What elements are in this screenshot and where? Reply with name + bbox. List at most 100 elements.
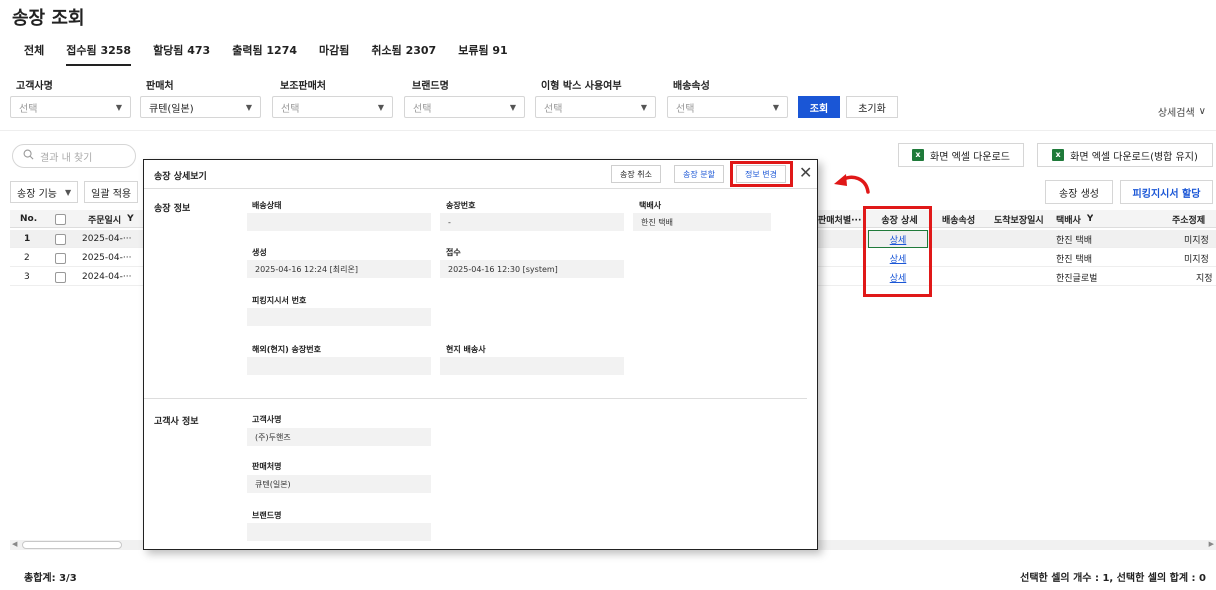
delivery-status-label: 배송상태 <box>252 201 282 210</box>
tab-on-hold[interactable]: 보류됨 91 <box>458 42 508 66</box>
customer-select-value: 선택 <box>19 103 38 115</box>
invoice-number-label: 송장번호 <box>446 201 476 210</box>
brand-filter-label: 브랜드명 <box>412 81 449 92</box>
detail-link[interactable]: 상세 <box>868 249 928 267</box>
col-order-date-label: 주문일시 <box>88 215 122 226</box>
chevron-down-icon: ▼ <box>377 102 384 112</box>
row-order-date: 2025-04-··· <box>82 234 132 244</box>
customer-select[interactable]: 선택 ▼ <box>10 96 131 118</box>
excel-download-button[interactable]: x 화면 엑셀 다운로드 <box>898 143 1024 167</box>
tab-assigned[interactable]: 할당됨 473 <box>153 42 210 66</box>
overseas-invoice-label: 해외(현지) 송장번호 <box>252 345 321 354</box>
chevron-down-icon: ▼ <box>245 102 252 112</box>
search-button[interactable]: 조회 <box>798 96 840 118</box>
status-tabs: 전체 접수됨 3258 할당됨 473 출력됨 1274 마감됨 취소됨 230… <box>24 42 508 66</box>
reset-button[interactable]: 초기화 <box>846 96 898 118</box>
col-order-date[interactable]: 주문일시 Y <box>88 210 134 228</box>
assign-picking-button[interactable]: 피킹지시서 할당 <box>1120 180 1213 204</box>
checkbox-box <box>55 213 66 225</box>
delivery-attr-select[interactable]: 선택 ▼ <box>667 96 788 118</box>
close-icon[interactable]: ✕ <box>799 164 812 182</box>
created-label: 생성 <box>252 248 267 257</box>
local-carrier-field <box>440 357 624 375</box>
tab-cancelled[interactable]: 취소됨 2307 <box>371 42 436 66</box>
filter-icon[interactable]: Y <box>1087 214 1094 224</box>
chevron-down-icon: ∨ <box>1198 106 1206 117</box>
detail-search-toggle[interactable]: 상세검색 ∨ <box>1158 104 1206 119</box>
checkbox-box <box>55 271 66 283</box>
row-address: 미지정 <box>1184 235 1209 246</box>
col-delivery-attr[interactable]: 배송속성 <box>942 210 975 228</box>
seller-select[interactable]: 큐텐(일본) ▼ <box>140 96 261 118</box>
excel-icon: x <box>912 149 925 161</box>
chevron-down-icon: ▼ <box>772 102 779 112</box>
scroll-thumb[interactable] <box>22 541 122 549</box>
customer-name-label: 고객사명 <box>252 415 282 424</box>
seller-name-field: 큐텐(일본) <box>247 475 431 493</box>
col-no: No. <box>20 214 38 224</box>
edit-info-button[interactable]: 정보 변경 <box>736 165 786 183</box>
col-seller-attr[interactable]: 판매처별··· <box>818 210 861 228</box>
sub-seller-select-value: 선택 <box>281 103 300 115</box>
brand-select[interactable]: 선택 ▼ <box>404 96 525 118</box>
excel-download-merged-label: 화면 엑셀 다운로드(병합 유지) <box>1070 151 1198 163</box>
cancel-invoice-button[interactable]: 송장 취소 <box>611 165 661 183</box>
invoice-info-section: 송장 정보 <box>154 204 191 214</box>
chevron-down-icon: ▼ <box>64 187 72 197</box>
chevron-down-icon: ▼ <box>115 102 122 112</box>
split-invoice-button[interactable]: 송장 분할 <box>674 165 724 183</box>
invoice-number-field: - <box>440 213 624 231</box>
detail-link-label: 상세 <box>889 273 907 284</box>
excel-download-merged-button[interactable]: x 화면 엑셀 다운로드(병합 유지) <box>1037 143 1213 167</box>
col-invoice-detail[interactable]: 송장 상세 <box>868 210 931 228</box>
received-field: 2025-04-16 12:30 [system] <box>440 260 624 278</box>
sub-seller-filter-label: 보조판매처 <box>280 81 326 92</box>
seller-select-value: 큐텐(일본) <box>149 103 194 115</box>
modal-divider <box>144 188 817 189</box>
col-address-info[interactable]: 주소정제 <box>1172 210 1205 228</box>
checkbox-box <box>55 252 66 264</box>
create-invoice-button[interactable]: 송장 생성 <box>1045 180 1113 204</box>
search-icon <box>23 149 34 163</box>
tab-received[interactable]: 접수됨 3258 <box>66 42 132 66</box>
section-divider <box>144 398 807 399</box>
odd-box-select[interactable]: 선택 ▼ <box>535 96 656 118</box>
invoice-function-dropdown[interactable]: 송장 기능 ▼ <box>10 181 79 203</box>
row-checkbox[interactable] <box>55 249 66 267</box>
row-checkbox[interactable] <box>55 230 66 248</box>
delivery-status-field <box>247 213 431 231</box>
odd-box-filter-label: 이형 박스 사용여부 <box>541 81 622 92</box>
detail-link[interactable]: 상세 <box>868 268 928 286</box>
row-checkbox[interactable] <box>55 268 66 286</box>
excel-icon: x <box>1052 149 1065 161</box>
scroll-left-icon[interactable]: ◀ <box>12 540 17 548</box>
col-courier[interactable]: 택배사 Y <box>1056 210 1093 228</box>
page-title: 송장 조회 <box>12 8 85 29</box>
select-all-checkbox[interactable] <box>55 210 66 228</box>
overseas-invoice-field <box>247 357 431 375</box>
excel-download-label: 화면 엑셀 다운로드 <box>930 151 1010 163</box>
row-address: 미지정 <box>1184 254 1209 265</box>
selection-summary: 선택한 셀의 개수 : 1, 선택한 셀의 합계 : 0 <box>1020 573 1206 584</box>
result-search-input[interactable]: 결과 내 찾기 <box>12 144 136 168</box>
chevron-down-icon: ▼ <box>509 102 516 112</box>
filter-icon[interactable]: Y <box>127 214 134 224</box>
courier-label: 택배사 <box>639 201 662 210</box>
total-count: 총합계: 3/3 <box>24 573 77 584</box>
local-carrier-label: 현지 배송사 <box>446 345 486 354</box>
sub-seller-select[interactable]: 선택 ▼ <box>272 96 393 118</box>
seller-name-label: 판매처명 <box>252 462 282 471</box>
tab-all[interactable]: 전체 <box>24 42 44 66</box>
brand-name-field <box>247 523 431 541</box>
filter-divider <box>0 130 1216 131</box>
tab-closed[interactable]: 마감됨 <box>319 42 349 66</box>
customer-name-field: (주)두핸즈 <box>247 428 431 446</box>
col-arrival-date[interactable]: 도착보장일시 <box>994 210 1044 228</box>
tab-printed[interactable]: 출력됨 1274 <box>232 42 297 66</box>
bulk-apply-dropdown[interactable]: 일괄 적용 <box>84 181 139 203</box>
scroll-right-icon[interactable]: ▶ <box>1209 540 1214 548</box>
result-search-placeholder: 결과 내 찾기 <box>40 152 93 164</box>
detail-link[interactable]: 상세 <box>868 230 928 248</box>
invoice-detail-modal: 송장 상세보기 송장 취소 송장 분할 정보 변경 ✕ 송장 정보 배송상태 송… <box>143 159 818 550</box>
odd-box-select-value: 선택 <box>544 103 563 115</box>
